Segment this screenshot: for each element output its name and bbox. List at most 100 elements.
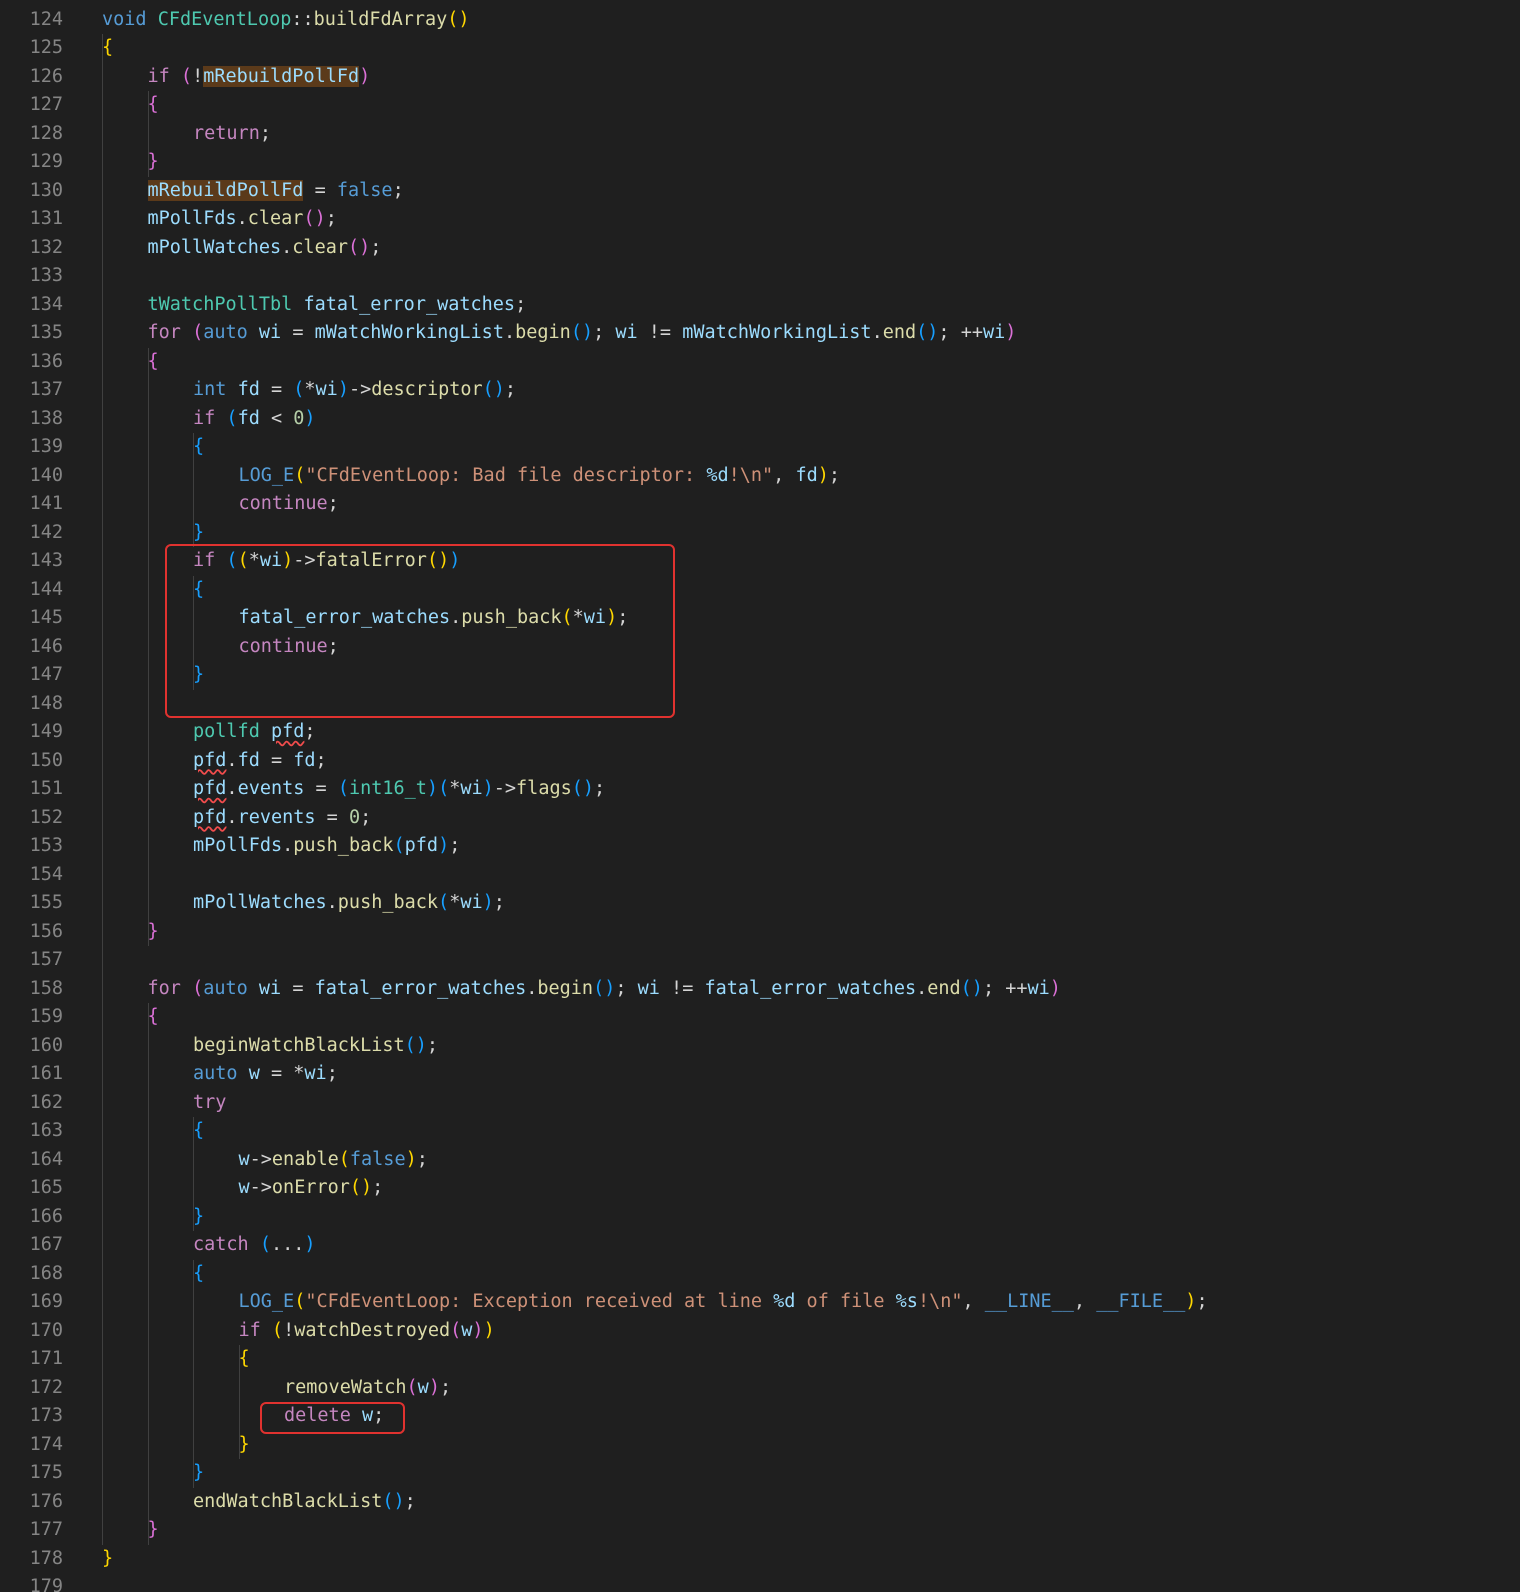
- line-number[interactable]: 153: [0, 832, 63, 861]
- code-line[interactable]: 161 auto w = *wi;: [0, 1060, 1520, 1089]
- code-text[interactable]: endWatchBlackList();: [193, 1488, 416, 1517]
- code-text[interactable]: pfd.revents = 0;: [193, 804, 371, 833]
- code-text[interactable]: {: [193, 1117, 204, 1146]
- code-line[interactable]: 132 mPollWatches.clear();: [0, 234, 1520, 263]
- code-editor[interactable]: 124 void CFdEventLoop::buildFdArray() 125{…: [0, 0, 1520, 1592]
- code-line[interactable]: 157: [0, 946, 1520, 975]
- code-line[interactable]: 171 {: [0, 1345, 1520, 1374]
- code-line[interactable]: 133: [0, 262, 1520, 291]
- code-line[interactable]: 167 catch (...): [0, 1231, 1520, 1260]
- line-number[interactable]: 146: [0, 633, 63, 662]
- code-line[interactable]: 177}: [0, 1516, 1520, 1545]
- code-text[interactable]: if (!watchDestroyed(w)): [239, 1317, 495, 1346]
- code-text[interactable]: pollfd pfd;: [193, 718, 316, 747]
- code-line[interactable]: 162 try: [0, 1089, 1520, 1118]
- line-number[interactable]: 167: [0, 1231, 63, 1260]
- line-number[interactable]: 178: [0, 1545, 63, 1574]
- line-number[interactable]: 133: [0, 262, 63, 291]
- code-text[interactable]: tWatchPollTbl fatal_error_watches;: [148, 291, 527, 320]
- line-number[interactable]: 148: [0, 690, 63, 719]
- line-number[interactable]: 131: [0, 205, 63, 234]
- line-number[interactable]: 132: [0, 234, 63, 263]
- code-text[interactable]: catch (...): [193, 1231, 316, 1260]
- line-number[interactable]: 129: [0, 148, 63, 177]
- line-number[interactable]: 157: [0, 946, 63, 975]
- line-number[interactable]: 162: [0, 1089, 63, 1118]
- code-text[interactable]: {: [148, 348, 159, 377]
- code-text[interactable]: {: [148, 91, 159, 120]
- line-number[interactable]: 135: [0, 319, 63, 348]
- code-line[interactable]: 127 {: [0, 91, 1520, 120]
- code-line[interactable]: 153 mPollFds.push_back(pfd);: [0, 832, 1520, 861]
- line-number[interactable]: 136: [0, 348, 63, 377]
- line-number[interactable]: 141: [0, 490, 63, 519]
- code-line[interactable]: 124 void CFdEventLoop::buildFdArray(): [0, 6, 1520, 35]
- code-line[interactable]: 168 {: [0, 1260, 1520, 1289]
- line-number[interactable]: 161: [0, 1060, 63, 1089]
- code-line[interactable]: 128 return;: [0, 120, 1520, 149]
- code-line[interactable]: 165 w->onError();: [0, 1174, 1520, 1203]
- code-line[interactable]: 130 mRebuildPollFd = false;: [0, 177, 1520, 206]
- line-number[interactable]: 154: [0, 861, 63, 890]
- line-number[interactable]: 138: [0, 405, 63, 434]
- code-line[interactable]: 176 endWatchBlackList();: [0, 1488, 1520, 1517]
- code-text[interactable]: }: [193, 1203, 204, 1232]
- code-line[interactable]: 174}: [0, 1431, 1520, 1460]
- line-number[interactable]: 172: [0, 1374, 63, 1403]
- line-number[interactable]: 145: [0, 604, 63, 633]
- code-line[interactable]: 152 pfd.revents = 0;: [0, 804, 1520, 833]
- line-number[interactable]: 137: [0, 376, 63, 405]
- code-line[interactable]: 158 for (auto wi = fatal_error_watches.be…: [0, 975, 1520, 1004]
- line-number[interactable]: 140: [0, 462, 63, 491]
- line-number[interactable]: 166: [0, 1203, 63, 1232]
- line-number[interactable]: 156: [0, 918, 63, 947]
- code-line[interactable]: 154: [0, 861, 1520, 890]
- code-line[interactable]: 141 continue;: [0, 490, 1520, 519]
- code-line[interactable]: 131 mPollFds.clear();: [0, 205, 1520, 234]
- code-line[interactable]: 170 if (!watchDestroyed(w)): [0, 1317, 1520, 1346]
- code-text[interactable]: removeWatch(w);: [284, 1374, 451, 1403]
- code-text[interactable]: auto w = *wi;: [193, 1060, 338, 1089]
- code-line[interactable]: 126 if (!mRebuildPollFd): [0, 63, 1520, 92]
- line-number[interactable]: 149: [0, 718, 63, 747]
- code-line[interactable]: 169 LOG_E("CFdEventLoop: Exception receiv…: [0, 1288, 1520, 1317]
- code-text[interactable]: for (auto wi = fatal_error_watches.begin…: [148, 975, 1061, 1004]
- code-line[interactable]: 178}: [0, 1545, 1520, 1574]
- code-text[interactable]: return;: [193, 120, 271, 149]
- line-number[interactable]: 176: [0, 1488, 63, 1517]
- line-number[interactable]: 168: [0, 1260, 63, 1289]
- code-line[interactable]: 150 pfd.fd = fd;: [0, 747, 1520, 776]
- code-text[interactable]: w->enable(false);: [239, 1146, 428, 1175]
- line-number[interactable]: 130: [0, 177, 63, 206]
- line-number[interactable]: 160: [0, 1032, 63, 1061]
- code-line[interactable]: 151 pfd.events = (int16_t)(*wi)->flags();: [0, 775, 1520, 804]
- line-number[interactable]: 158: [0, 975, 63, 1004]
- line-number[interactable]: 124: [0, 6, 63, 35]
- code-text[interactable]: mPollWatches.clear();: [148, 234, 382, 263]
- code-text[interactable]: mRebuildPollFd = false;: [147, 177, 404, 206]
- line-number[interactable]: 173: [0, 1402, 63, 1431]
- code-line[interactable]: 159 {: [0, 1003, 1520, 1032]
- code-text[interactable]: beginWatchBlackList();: [193, 1032, 438, 1061]
- code-text[interactable]: pfd.fd = fd;: [193, 747, 327, 776]
- code-text[interactable]: {: [193, 433, 204, 462]
- code-line[interactable]: 175}: [0, 1459, 1520, 1488]
- code-line[interactable]: 173 delete w;: [0, 1402, 1520, 1431]
- code-text[interactable]: }: [239, 1431, 250, 1460]
- code-text[interactable]: if (!mRebuildPollFd): [148, 63, 370, 92]
- code-line[interactable]: 134 tWatchPollTbl fatal_error_watches;: [0, 291, 1520, 320]
- line-number[interactable]: 125: [0, 34, 63, 63]
- code-line[interactable]: 139 {: [0, 433, 1520, 462]
- code-text[interactable]: }: [193, 519, 204, 548]
- code-text[interactable]: if (fd < 0): [193, 405, 316, 434]
- line-number[interactable]: 150: [0, 747, 63, 776]
- line-number[interactable]: 164: [0, 1146, 63, 1175]
- line-number[interactable]: 139: [0, 433, 63, 462]
- code-text[interactable]: {: [193, 1260, 204, 1289]
- code-text[interactable]: try: [193, 1089, 226, 1118]
- code-text[interactable]: }: [148, 918, 159, 947]
- code-text[interactable]: continue;: [239, 490, 339, 519]
- line-number[interactable]: 159: [0, 1003, 63, 1032]
- line-number[interactable]: 142: [0, 519, 63, 548]
- code-text[interactable]: LOG_E("CFdEventLoop: Exception received …: [239, 1288, 1208, 1317]
